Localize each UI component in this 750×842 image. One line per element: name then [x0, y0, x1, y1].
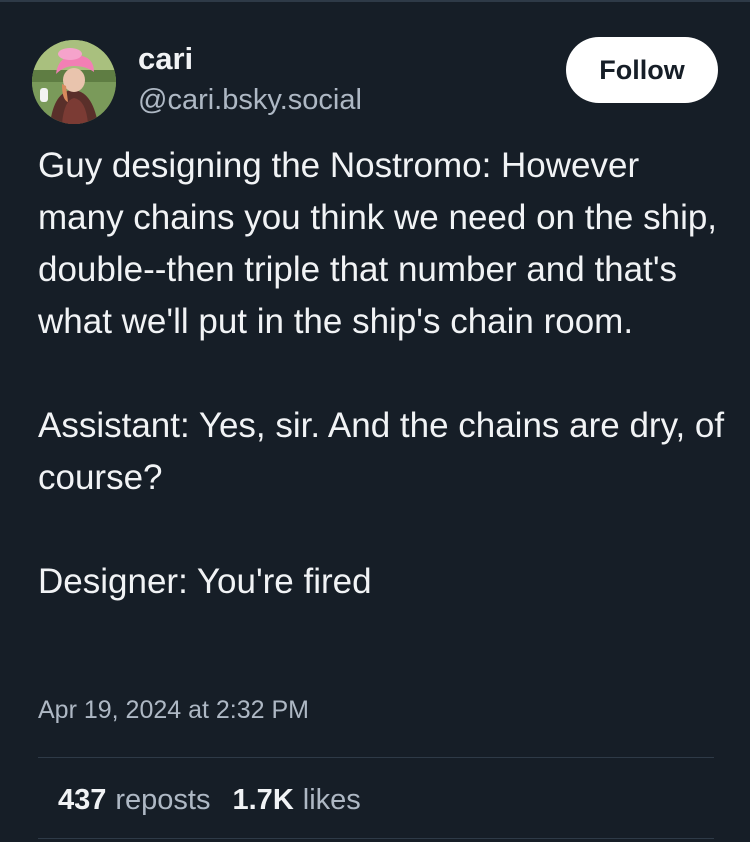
post-text: Guy designing the Nostromo: However many…	[38, 140, 728, 608]
avatar-image	[32, 40, 116, 124]
likes-stat[interactable]: 1.7K likes	[233, 781, 361, 819]
engagement-stats: 437 reposts 1.7K likes	[58, 781, 361, 819]
post-paragraph: Designer: You're fired	[38, 562, 372, 601]
post-card: cari @cari.bsky.social Follow Guy design…	[0, 0, 750, 842]
author-handle[interactable]: @cari.bsky.social	[138, 82, 362, 118]
post-timestamp: Apr 19, 2024 at 2:32 PM	[38, 696, 310, 724]
post-paragraph: Assistant: Yes, sir. And the chains are …	[38, 406, 725, 497]
likes-label: likes	[302, 784, 361, 816]
reposts-stat[interactable]: 437 reposts	[58, 781, 211, 819]
avatar[interactable]	[32, 40, 116, 124]
post-paragraph: Guy designing the Nostromo: However many…	[38, 146, 718, 341]
follow-button[interactable]: Follow	[566, 37, 718, 103]
divider	[38, 757, 714, 758]
reposts-label: reposts	[115, 784, 211, 816]
divider	[38, 838, 714, 839]
reposts-count: 437	[58, 784, 107, 816]
likes-count: 1.7K	[232, 784, 294, 816]
author-display-name[interactable]: cari	[138, 40, 193, 78]
